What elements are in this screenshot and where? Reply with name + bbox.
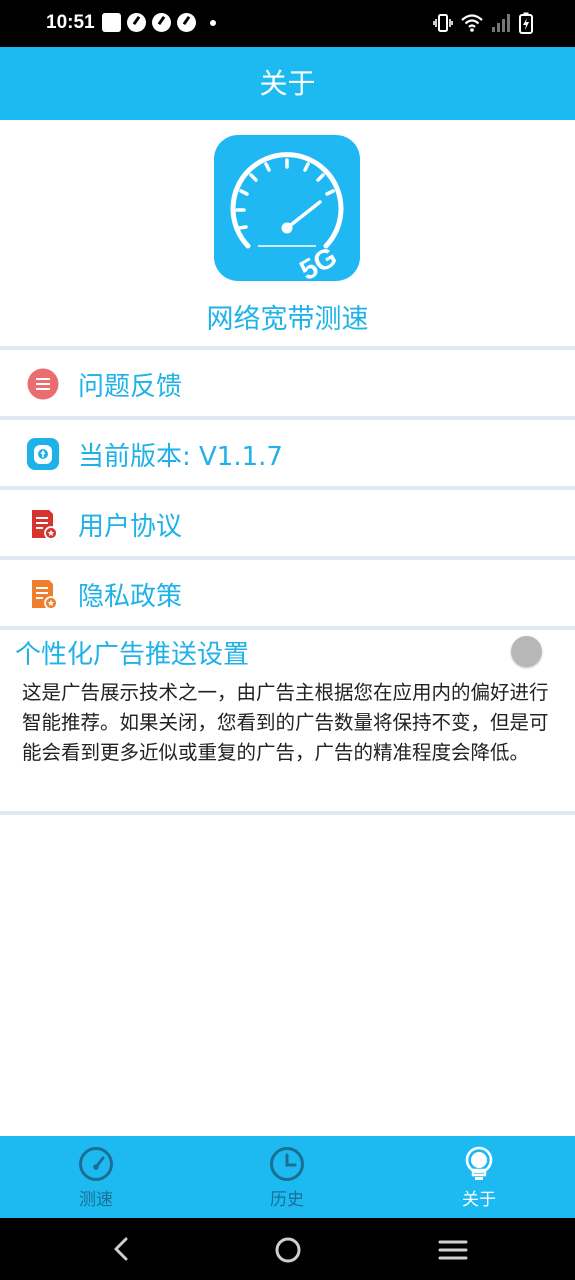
recent-apps-icon[interactable]: [438, 1238, 468, 1262]
page-title-bar: 关于: [0, 47, 575, 120]
back-icon[interactable]: [110, 1236, 134, 1262]
divider: [0, 811, 575, 815]
speed-notification-icon: [152, 13, 171, 32]
clock-icon: [270, 1147, 304, 1181]
tab-history[interactable]: 历史: [237, 1136, 337, 1218]
app-name: 网络宽带测速: [206, 304, 369, 335]
system-navigation-bar: [0, 1218, 575, 1280]
ad-settings-description: 这是广告展示技术之一，由广告主根据您在应用内的偏好进行智能推荐。如果关闭，您看到…: [22, 681, 549, 764]
status-bar: 10:51: [0, 0, 575, 47]
ad-settings-title: 个性化广告推送设置: [15, 640, 250, 670]
menu-item-label: 问题反馈: [78, 371, 183, 402]
divider: [0, 556, 575, 560]
mail-icon: [102, 13, 121, 32]
divider: [0, 486, 575, 490]
privacy-policy-icon: [32, 580, 58, 610]
speed-notification-icon: [127, 13, 146, 32]
speedometer-icon: 5G: [230, 152, 344, 286]
user-agreement-icon: [32, 510, 58, 540]
tab-about[interactable]: 关于: [429, 1136, 529, 1218]
page-title: 关于: [259, 67, 316, 100]
tab-label: 历史: [270, 1190, 304, 1210]
vibrate-icon: [433, 14, 453, 32]
divider: [0, 416, 575, 420]
signal-icon: [492, 14, 510, 32]
wifi-icon: [461, 14, 483, 32]
menu-item-label: 用户协议: [78, 511, 183, 542]
menu-item-label: 隐私政策: [78, 581, 183, 612]
menu-item-version[interactable]: 当前版本: V1.1.7: [0, 421, 575, 487]
battery-charging-icon: [519, 12, 533, 34]
lightbulb-icon: [465, 1146, 493, 1180]
version-icon: [27, 438, 59, 470]
app-logo: 5G: [214, 135, 360, 286]
menu-item-feedback[interactable]: 问题反馈: [0, 351, 575, 417]
ad-settings-toggle[interactable]: [511, 636, 542, 667]
status-time: 10:51: [46, 12, 95, 33]
home-icon[interactable]: [274, 1236, 302, 1264]
menu-item-label: 当前版本: V1.1.7: [78, 441, 283, 472]
bottom-navigation: 测速 历史 关于: [0, 1136, 575, 1218]
tab-label: 关于: [462, 1190, 496, 1210]
menu-item-user-agreement[interactable]: 用户协议: [0, 491, 575, 557]
system-status-icons: [433, 12, 533, 34]
divider: [0, 346, 575, 350]
more-notifications-icon: [210, 19, 216, 26]
feedback-icon: [27, 368, 59, 400]
tab-label: 测速: [79, 1190, 113, 1210]
speedometer-icon: [79, 1147, 113, 1181]
divider: [0, 626, 575, 630]
notification-icons: [102, 13, 216, 32]
tab-speed-test[interactable]: 测速: [46, 1136, 146, 1218]
speed-notification-icon: [177, 13, 196, 32]
menu-item-privacy-policy[interactable]: 隐私政策: [0, 561, 575, 627]
